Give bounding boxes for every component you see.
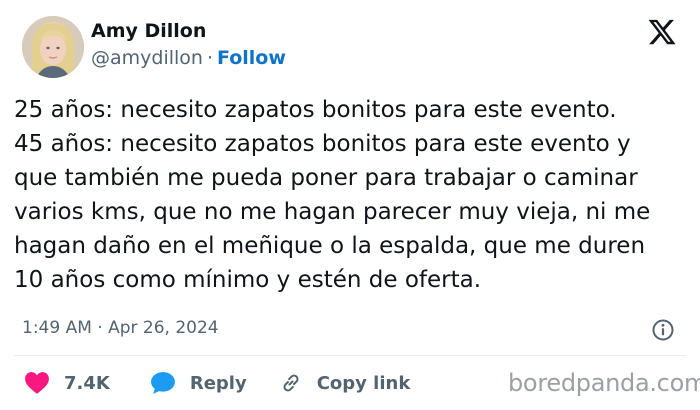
tweet-line: hagan daño en el meñique o la espalda, q… <box>14 233 646 259</box>
follow-button[interactable]: Follow <box>217 47 286 69</box>
tweet-text: 25 años: necesito zapatos bonitos para e… <box>14 93 694 297</box>
tweet-line: varios kms, que no me hagan parecer muy … <box>14 199 651 225</box>
info-icon[interactable] <box>651 318 675 342</box>
tweet-line: 10 años como mínimo y estén de oferta. <box>14 267 482 293</box>
author-name[interactable]: Amy Dillon <box>91 20 206 42</box>
tweet-line: que también me pueda poner para trabajar… <box>14 165 638 191</box>
like-button[interactable]: 7.4K <box>24 371 110 395</box>
tweet-line: 25 años: necesito zapatos bonitos para e… <box>14 97 617 123</box>
watermark: boredpanda.com <box>508 369 700 397</box>
avatar[interactable] <box>22 16 84 78</box>
like-count: 7.4K <box>64 372 110 394</box>
avatar-image <box>22 16 84 78</box>
action-bar: 7.4K Reply Copy link <box>24 368 410 398</box>
copy-link-button[interactable]: Copy link <box>279 371 411 395</box>
copy-link-label: Copy link <box>316 372 411 394</box>
handle-separator: · <box>206 47 214 69</box>
reply-button[interactable]: Reply <box>150 371 247 395</box>
author-handle-row: @amydillon · Follow <box>91 47 286 69</box>
divider <box>14 355 686 356</box>
link-icon <box>283 374 299 392</box>
tweet-timestamp[interactable]: 1:49 AM · Apr 26, 2024 <box>22 318 219 338</box>
x-logo-icon[interactable] <box>647 17 677 47</box>
tweet-card: Amy Dillon @amydillon · Follow 25 años: ne… <box>0 0 700 410</box>
reply-label: Reply <box>189 372 247 394</box>
tweet-line: 45 años: necesito zapatos bonitos para e… <box>14 131 631 157</box>
heart-icon <box>25 372 49 394</box>
author-handle[interactable]: @amydillon <box>91 47 203 69</box>
speech-bubble-icon <box>150 372 175 394</box>
